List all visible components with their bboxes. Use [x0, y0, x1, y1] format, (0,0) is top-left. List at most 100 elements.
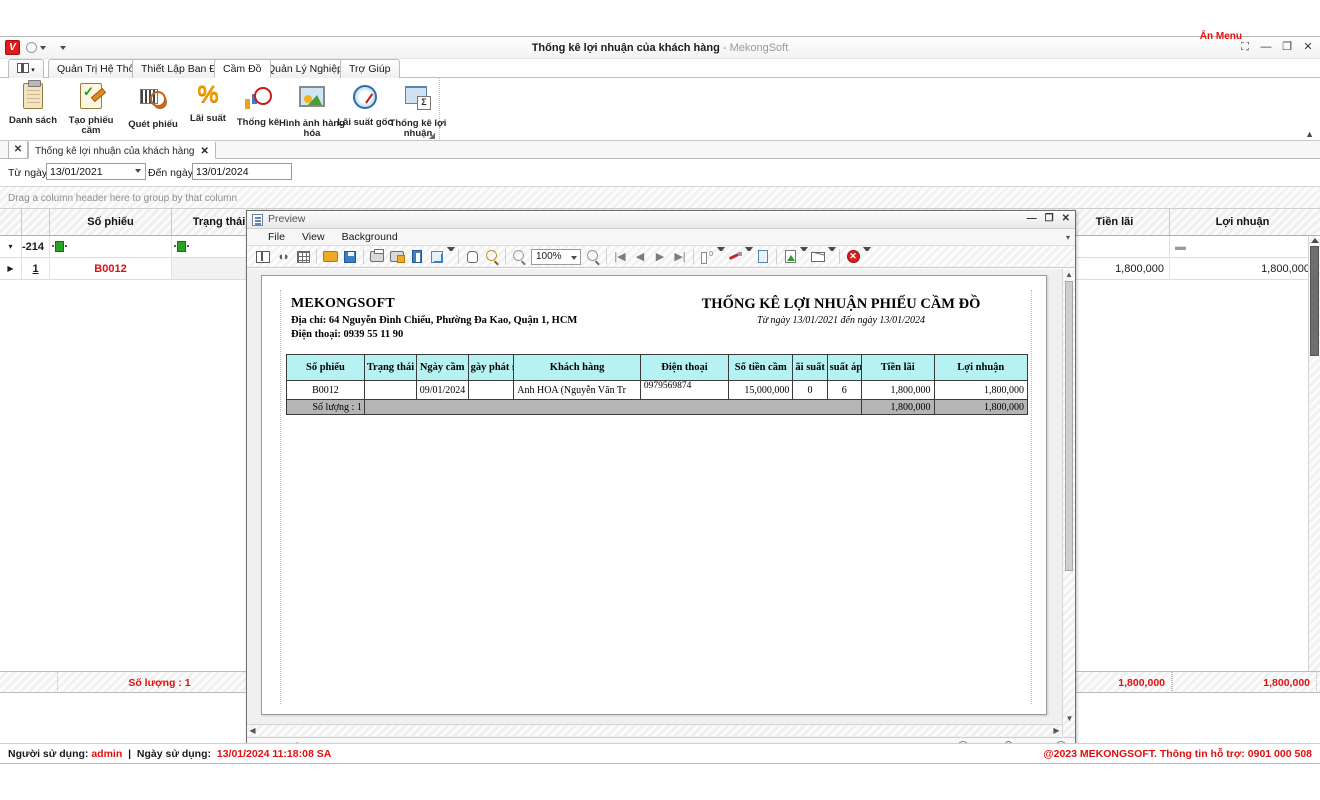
thumbnails-icon[interactable] [293, 247, 313, 267]
report-cell-lai-suat-ap-dung: 6 [826, 380, 862, 400]
close-button[interactable]: ✕ [1302, 41, 1314, 54]
ribbon-button-danh-sach[interactable]: Danh sách [0, 80, 66, 126]
preview-close-button[interactable]: ✕ [1062, 213, 1070, 224]
filter-cell-loi-nhuan[interactable]: ▬ [1170, 236, 1315, 257]
quick-print-icon[interactable] [387, 247, 407, 267]
scroll-up-icon[interactable]: ▲ [1063, 269, 1075, 280]
multiple-columns-icon[interactable] [697, 247, 717, 267]
scroll-left-icon[interactable]: ◀ [247, 725, 258, 737]
watermark-icon[interactable] [725, 247, 745, 267]
maximize-button[interactable]: ❐ [1281, 41, 1293, 54]
close-all-documents-button[interactable]: ✕ [8, 141, 28, 159]
menu-file[interactable]: File [261, 229, 292, 246]
page-setup-icon[interactable] [407, 247, 427, 267]
from-date-dropdown-icon[interactable] [135, 169, 141, 173]
ribbon-collapse-icon[interactable]: ▲ [1305, 129, 1314, 139]
ribbon-group-dialog-launcher-icon[interactable]: ◢ [427, 131, 437, 141]
scroll-down-icon[interactable]: ▼ [1063, 713, 1076, 724]
report-cell-trang-thai [363, 380, 417, 400]
close-preview-icon[interactable]: ✕ [843, 247, 863, 267]
multiple-columns-dropdown-icon[interactable] [717, 246, 725, 267]
grid-header-so-phieu[interactable]: Số phiếu [50, 209, 172, 235]
find-icon[interactable]: ◖◗ [273, 247, 293, 267]
zoom-out-icon[interactable] [509, 247, 529, 267]
ribbon-tab-tro-giup[interactable]: Trợ Giúp [340, 59, 400, 78]
report-col-trang-thai: Trạng thái [363, 354, 417, 381]
preview-window-icon [252, 214, 263, 226]
menu-view[interactable]: View [295, 229, 332, 246]
email-icon[interactable] [808, 247, 828, 267]
report-col-so-tien-cam: Số tiền cầm [728, 354, 794, 381]
cell-so-phieu: B0012 [50, 258, 172, 279]
toolbar-overflow-icon[interactable] [863, 246, 871, 267]
hand-tool-icon[interactable] [462, 247, 482, 267]
to-date-label: Đến ngày [148, 167, 193, 179]
chevron-down-icon[interactable] [571, 255, 577, 260]
export-dropdown-icon[interactable] [800, 246, 808, 267]
report-summary-loi-nhuan: 1,800,000 [933, 399, 1029, 415]
filter-cell-so-phieu[interactable] [50, 236, 172, 257]
new-pawn-ticket-icon [58, 83, 124, 113]
menu-background[interactable]: Background [335, 229, 405, 246]
preview-vertical-scrollbar[interactable]: ▲ ▼ [1062, 269, 1075, 736]
ribbon-tab-cam-do[interactable]: Cầm Đồ [214, 59, 271, 78]
scrollbar-thumb[interactable] [1310, 246, 1319, 356]
scale-icon[interactable] [427, 247, 447, 267]
email-dropdown-icon[interactable] [828, 246, 836, 267]
menu-overflow-icon[interactable]: ▾ [1066, 233, 1070, 242]
to-date-input[interactable]: 13/01/2024 [192, 163, 292, 180]
preview-page-area: MEKONGSOFT Địa chỉ: 64 Nguyễn Đình Chiểu… [247, 268, 1075, 736]
close-icon[interactable]: ✕ [200, 146, 208, 157]
ribbon-button-thong-ke-loi-nhuan[interactable]: Thống kê lợi nhuận [385, 81, 451, 139]
restore-down-icon[interactable]: ⛶ [1239, 41, 1251, 54]
zoom-in-icon[interactable] [583, 247, 603, 267]
save-icon[interactable] [340, 247, 360, 267]
document-map-icon[interactable] [253, 247, 273, 267]
document-tab-thong-ke-loi-nhuan[interactable]: Thống kê lợi nhuận của khách hàng ✕ [28, 141, 216, 159]
grid-vertical-scrollbar[interactable] [1308, 236, 1320, 671]
chevron-down-icon: ▾ [31, 67, 35, 74]
preview-toolbar: ◖◗ 100% |◀ ◀ ▶ ▶| 0 ✕ [247, 246, 1075, 268]
scrollbar-thumb[interactable] [1065, 281, 1073, 571]
row-number: 1 [22, 258, 50, 279]
grid-header-tien-lai[interactable]: Tiền lãi [1060, 209, 1170, 235]
first-page-button[interactable]: |◀ [610, 247, 630, 267]
from-date-input[interactable]: 13/01/2021 [46, 163, 146, 180]
date-filter-bar: Từ ngày 13/01/2021 Đến ngày 13/01/2024 [0, 159, 1320, 187]
print-icon[interactable] [367, 247, 387, 267]
toolbar-separator [505, 249, 506, 264]
report-summary-row: Số lượng : 1 1,800,000 1,800,000 [286, 399, 1029, 415]
magnifier-icon[interactable] [482, 247, 502, 267]
preview-horizontal-scrollbar[interactable]: ◀ ▶ [247, 724, 1062, 736]
report-table-header-row: Số phiếu Trạng thái Ngày cầm gày phát si… [286, 354, 1029, 381]
filter-active-icon [52, 241, 67, 252]
last-page-button[interactable]: ▶| [670, 247, 690, 267]
ribbon-button-tao-phieu-cam[interactable]: Tạo phiếu cầm [58, 81, 124, 136]
user-label: Người sử dụng: [8, 748, 89, 760]
page-color-icon[interactable] [753, 247, 773, 267]
preview-maximize-button[interactable]: ❐ [1045, 213, 1054, 224]
ribbon-layout-menu-button[interactable]: ▾ [8, 59, 44, 78]
watermark-dropdown-icon[interactable] [745, 246, 753, 267]
filter-cell-tien-lai[interactable] [1060, 236, 1170, 257]
scale-dropdown-icon[interactable] [447, 246, 455, 267]
report-summary-label: Số lượng : 1 [286, 399, 365, 415]
open-icon[interactable] [320, 247, 340, 267]
preview-title-text: Preview [268, 213, 306, 225]
scroll-up-icon[interactable] [1310, 238, 1319, 243]
report-title: THỐNG KÊ LỢI NHUẬN PHIẾU CẦM ĐỒ [701, 296, 981, 312]
preview-minimize-button[interactable]: — [1027, 213, 1037, 224]
export-icon[interactable] [780, 247, 800, 267]
previous-page-button[interactable]: ◀ [630, 247, 650, 267]
footer-tien-lai-total: 1,800,000 [1062, 672, 1172, 693]
document-tab-label: Thống kê lợi nhuận của khách hàng [35, 146, 195, 157]
hide-menu-link[interactable]: Ẩn Menu [1200, 31, 1242, 42]
cell-loi-nhuan: 1,800,000 [1170, 258, 1315, 279]
zoom-level-select[interactable]: 100% [531, 248, 581, 265]
minimize-button[interactable]: — [1260, 41, 1272, 54]
row-expander-icon[interactable]: ▶ [0, 258, 22, 279]
next-page-button[interactable]: ▶ [650, 247, 670, 267]
grid-header-loi-nhuan[interactable]: Lợi nhuận [1170, 209, 1315, 235]
group-by-drop-area[interactable]: Drag a column header here to group by th… [0, 187, 1320, 209]
scroll-right-icon[interactable]: ▶ [1051, 725, 1062, 737]
